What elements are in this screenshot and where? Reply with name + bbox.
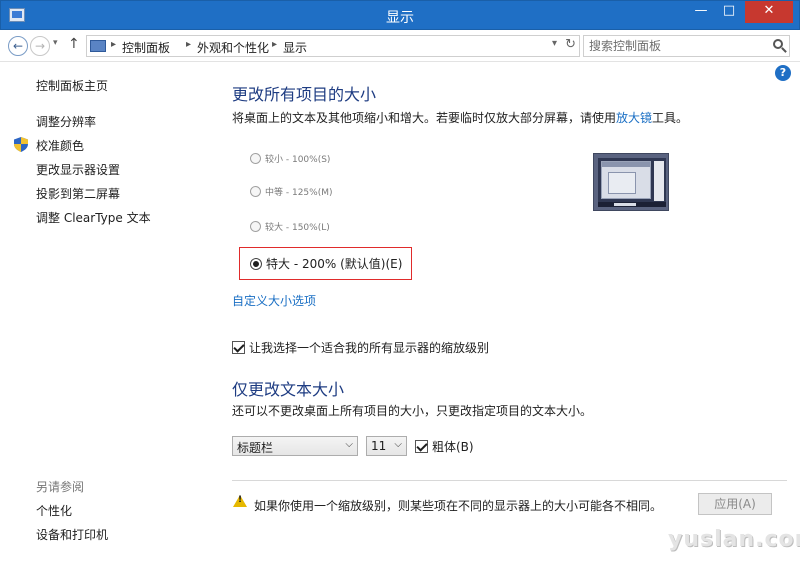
breadcrumb-separator[interactable]: ▸	[111, 39, 116, 50]
option-label: 特大 - 200% (默认值)(E)	[266, 257, 403, 271]
title-bar: 显示 — □ ✕	[0, 0, 800, 30]
window-title: 显示	[386, 10, 414, 26]
radio-button-selected[interactable]	[250, 257, 262, 270]
sidebar-item-personalization[interactable]: 个性化	[36, 502, 72, 519]
size-option-small[interactable]: 较小 - 100%(S)	[250, 152, 330, 165]
description-suffix: 工具。	[652, 111, 689, 125]
preview-inner-window	[608, 172, 636, 194]
item-select-value: 标题栏	[237, 441, 274, 455]
back-button[interactable]: ←	[8, 36, 28, 56]
item-select[interactable]: 标题栏 ⌵	[232, 436, 358, 456]
page-description: 将桌面上的文本及其他项缩小和增大。若要临时仅放大部分屏幕，请使用放大镜工具。	[232, 109, 688, 126]
shield-icon	[14, 137, 28, 152]
search-box[interactable]	[583, 35, 790, 57]
sidebar-item-project-second-screen[interactable]: 投影到第二屏幕	[36, 185, 120, 202]
navigation-bar: ← → ▾ ↑ ▸ 控制面板 ▸ 外观和个性化 ▸ 显示 ▾ ↻	[0, 30, 800, 62]
recent-locations-dropdown[interactable]: ▾	[53, 38, 58, 48]
option-label: 较大 - 150%(L)	[265, 223, 330, 233]
bold-checkbox-row[interactable]: 粗体(B)	[415, 438, 474, 455]
display-preview-image	[593, 153, 669, 211]
address-dropdown-icon[interactable]: ▾	[552, 38, 557, 49]
description-text: 将桌面上的文本及其他项缩小和增大。若要临时仅放大部分屏幕，请使用	[232, 111, 617, 125]
magnifier-link[interactable]: 放大镜	[616, 111, 652, 125]
size-option-medium[interactable]: 中等 - 125%(M)	[250, 185, 333, 198]
help-icon[interactable]: ?	[775, 65, 791, 81]
radio-button[interactable]	[250, 153, 261, 164]
warning-icon-mark: !	[238, 495, 243, 505]
let-me-choose-label: 让我选择一个适合我的所有显示器的缩放级别	[249, 341, 490, 355]
address-bar[interactable]: ▸ 控制面板 ▸ 外观和个性化 ▸ 显示 ▾ ↻	[86, 35, 580, 57]
chevron-down-icon: ⌵	[394, 439, 402, 450]
breadcrumb-separator[interactable]: ▸	[272, 39, 277, 50]
breadcrumb-separator[interactable]: ▸	[186, 39, 191, 50]
maximize-button[interactable]: □	[715, 1, 743, 23]
let-me-choose-checkbox-row[interactable]: 让我选择一个适合我的所有显示器的缩放级别	[232, 339, 489, 356]
breadcrumb-appearance[interactable]: 外观和个性化	[197, 39, 269, 56]
see-also-heading: 另请参阅	[36, 480, 85, 494]
size-option-extra-large[interactable]: 特大 - 200% (默认值)(E)	[250, 255, 402, 272]
breadcrumb-display[interactable]: 显示	[283, 39, 307, 56]
option-label: 较小 - 100%(S)	[265, 155, 331, 165]
page-title: 更改所有项目的大小	[232, 85, 377, 104]
bold-label: 粗体(B)	[432, 440, 474, 454]
sidebar-item-adjust-cleartype[interactable]: 调整 ClearType 文本	[36, 209, 151, 226]
radio-button[interactable]	[250, 186, 261, 197]
search-icon[interactable]	[773, 39, 783, 49]
refresh-icon[interactable]: ↻	[565, 37, 576, 52]
text-size-description: 还可以不更改桌面上所有项目的大小，只更改指定项目的文本大小。	[232, 404, 593, 418]
option-label: 中等 - 125%(M)	[265, 188, 333, 198]
apply-button[interactable]: 应用(A)	[698, 493, 772, 515]
chevron-down-icon: ⌵	[345, 439, 353, 450]
text-size-heading: 仅更改文本大小	[232, 380, 345, 399]
sidebar-item-devices-printers[interactable]: 设备和打印机	[36, 526, 108, 543]
warning-text: 如果你使用一个缩放级别，则某些项在不同的显示器上的大小可能各不相同。	[254, 499, 663, 513]
breadcrumb-control-panel[interactable]: 控制面板	[122, 39, 170, 56]
custom-size-link[interactable]: 自定义大小选项	[232, 292, 316, 309]
close-button[interactable]: ✕	[745, 1, 793, 23]
up-button[interactable]: ↑	[68, 36, 80, 52]
font-size-value: 11	[371, 439, 387, 453]
divider	[232, 480, 787, 481]
sidebar-item-change-display-settings[interactable]: 更改显示器设置	[36, 161, 120, 178]
size-option-larger[interactable]: 较大 - 150%(L)	[250, 220, 330, 233]
forward-button[interactable]: →	[30, 36, 50, 56]
control-panel-icon	[90, 40, 106, 52]
sidebar-item-adjust-resolution[interactable]: 调整分辨率	[36, 113, 96, 130]
font-size-select[interactable]: 11 ⌵	[366, 436, 407, 456]
search-input[interactable]	[589, 37, 769, 55]
bold-checkbox[interactable]	[415, 440, 428, 453]
preview-taskbar	[598, 202, 666, 207]
sidebar-item-calibrate-color[interactable]: 校准颜色	[36, 137, 84, 154]
minimize-button[interactable]: —	[687, 1, 715, 23]
preview-sidebar	[654, 161, 664, 201]
radio-button[interactable]	[250, 221, 261, 232]
sidebar-item-control-panel-home[interactable]: 控制面板主页	[36, 77, 108, 94]
watermark: yuslan.com	[668, 527, 800, 552]
let-me-choose-checkbox[interactable]	[232, 341, 245, 354]
